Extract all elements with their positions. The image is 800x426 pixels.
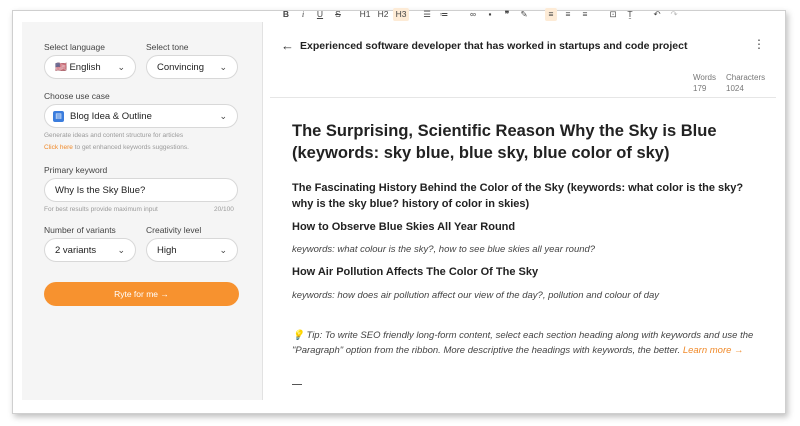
use-case-label: Choose use case [44, 91, 110, 101]
language-value: 🇺🇸 English [55, 61, 101, 73]
heading-3-button[interactable]: H3 [393, 8, 409, 21]
tone-value: Convincing [157, 61, 204, 73]
strikethrough-button[interactable]: S [333, 8, 343, 21]
more-options-icon[interactable]: ⋮ [753, 37, 765, 51]
word-count: Words 179 [693, 72, 716, 94]
document-title: Experienced software developer that has … [300, 40, 688, 52]
document-heading-2[interactable]: The Fascinating History Behind the Color… [292, 180, 762, 212]
chevron-down-icon: ⌄ [117, 245, 125, 255]
chevron-down-icon: ⌄ [219, 62, 227, 72]
align-left-icon[interactable]: ≡ [545, 8, 557, 21]
document-heading-1[interactable]: The Surprising, Scientific Reason Why th… [292, 120, 762, 164]
pen-icon[interactable]: ✎ [518, 8, 530, 21]
keyword-hint: For best results provide maximum input [44, 206, 158, 213]
redo-icon[interactable]: ↷ [668, 8, 680, 21]
characters-value: 1024 [726, 84, 744, 93]
keyword-suggestion-text: to get enhanced keywords suggestions. [72, 144, 189, 151]
section-keywords-observe[interactable]: keywords: what colour is the sky?, how t… [292, 244, 595, 255]
embed-icon[interactable]: ⊡ [607, 8, 619, 21]
italic-button[interactable]: i [298, 8, 308, 21]
chevron-down-icon: ⌄ [117, 62, 125, 72]
seo-tip: 💡 Tip: To write SEO friendly long-form c… [292, 328, 762, 358]
ryte-for-me-button[interactable]: Ryte for me → [44, 282, 239, 306]
text-cursor-line [292, 384, 302, 385]
align-right-icon[interactable]: ≡ [579, 8, 591, 21]
learn-more-link[interactable]: Learn more → [683, 345, 744, 356]
use-case-select[interactable]: ▤ Blog Idea & Outline ⌄ [44, 104, 238, 128]
numbered-list-icon[interactable]: ≔ [438, 8, 450, 21]
panel-divider [262, 22, 263, 400]
chevron-down-icon: ⌄ [219, 245, 227, 255]
keyword-input[interactable]: Why Is the Sky Blue? [44, 178, 238, 202]
creativity-label: Creativity level [146, 225, 202, 235]
blog-icon: ▤ [53, 110, 64, 122]
variants-label: Number of variants [44, 225, 116, 235]
tone-select[interactable]: Convincing ⌄ [146, 55, 238, 79]
words-value: 179 [693, 84, 707, 93]
link-icon[interactable]: ∞ [467, 8, 479, 21]
section-heading-pollution[interactable]: How Air Pollution Affects The Color Of T… [292, 266, 538, 278]
keyword-label: Primary keyword [44, 165, 108, 175]
variants-value: 2 variants [55, 244, 97, 256]
bullet-list-icon[interactable]: ☰ [421, 8, 433, 21]
characters-label: Characters [726, 73, 766, 82]
section-heading-observe[interactable]: How to Observe Blue Skies All Year Round [292, 221, 515, 233]
character-count: Characters 1024 [726, 72, 765, 94]
chevron-down-icon: ⌄ [219, 111, 227, 121]
keyword-value: Why Is the Sky Blue? [55, 184, 146, 196]
tone-label: Select tone [146, 42, 189, 52]
use-case-hint: Generate ideas and content structure for… [44, 132, 184, 139]
variants-select[interactable]: 2 variants ⌄ [44, 238, 136, 262]
language-select[interactable]: 🇺🇸 English ⌄ [44, 55, 136, 79]
keyword-char-count: 20/100 [214, 206, 234, 213]
language-label: Select language [44, 42, 105, 52]
undo-icon[interactable]: ↶ [651, 8, 663, 21]
image-icon[interactable]: ▪ [484, 8, 496, 21]
words-label: Words [693, 73, 716, 82]
underline-button[interactable]: U [315, 8, 325, 21]
quote-icon[interactable]: ❞ [501, 8, 513, 21]
creativity-value: High [157, 244, 177, 256]
clear-format-icon[interactable]: Ṯ [624, 8, 636, 21]
use-case-value: Blog Idea & Outline [70, 110, 152, 122]
back-arrow-icon[interactable]: ← [281, 38, 294, 53]
align-center-icon[interactable]: ≡ [562, 8, 574, 21]
section-keywords-pollution[interactable]: keywords: how does air pollution affect … [292, 290, 659, 301]
creativity-select[interactable]: High ⌄ [146, 238, 238, 262]
heading-2-button[interactable]: H2 [375, 8, 391, 21]
ryte-for-me-label: Ryte for me → [114, 289, 169, 299]
bold-button[interactable]: B [281, 8, 291, 21]
keyword-suggestion-hint: Click here to get enhanced keywords sugg… [44, 144, 189, 151]
click-here-link[interactable]: Click here [44, 144, 73, 151]
heading-1-button[interactable]: H1 [357, 8, 373, 21]
